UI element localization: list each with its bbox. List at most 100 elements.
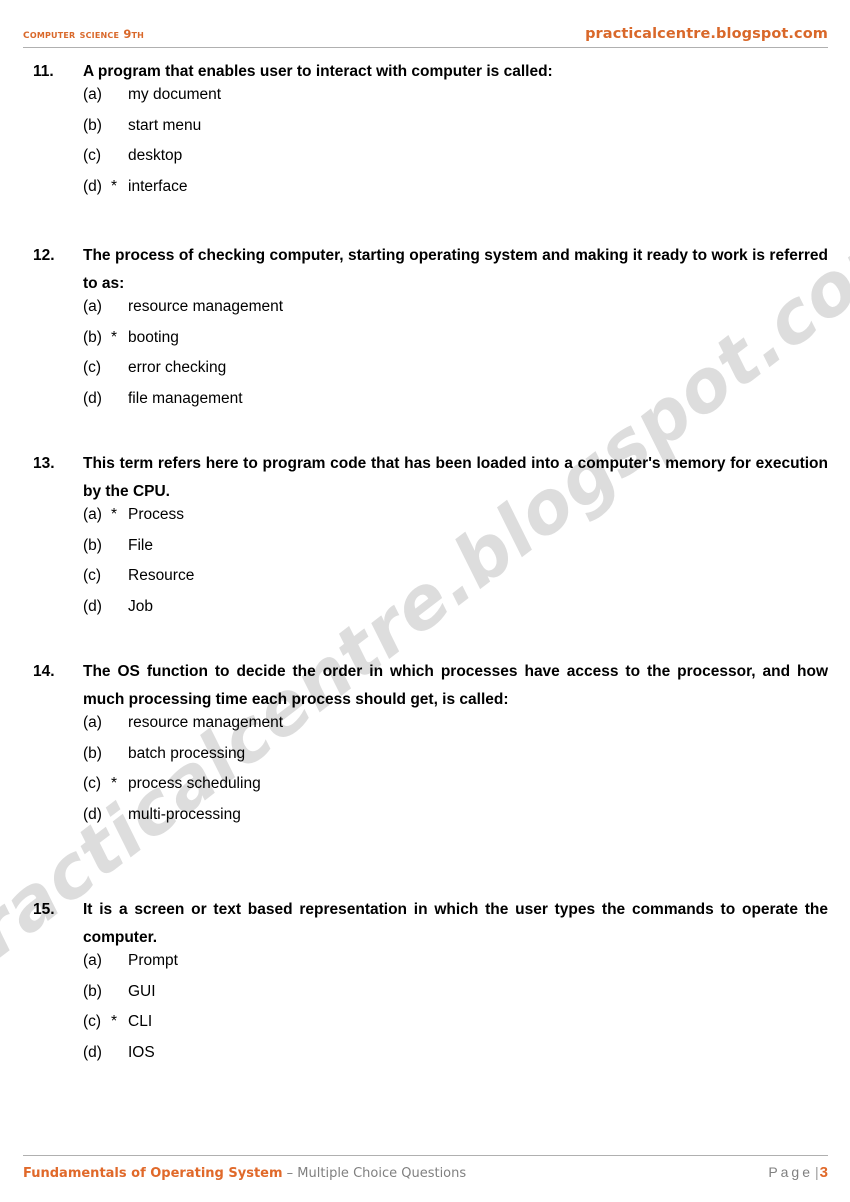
question-text: The OS function to decide the order in w… — [83, 663, 828, 708]
option-row[interactable]: (c) * process scheduling — [83, 775, 828, 806]
option-label: (c) — [83, 1013, 102, 1030]
option-row[interactable]: (b) start menu — [83, 117, 828, 148]
option-row[interactable]: (c) * CLI — [83, 1013, 828, 1044]
option-text: error checking — [128, 359, 227, 376]
option-label: (d) — [83, 389, 102, 407]
option-row[interactable]: (b) batch processing — [83, 745, 828, 776]
correct-answer-marker: * — [111, 328, 118, 346]
question-number: 15. — [33, 901, 55, 918]
option-text: IOS — [128, 1043, 155, 1061]
option-label: (b) — [83, 536, 102, 554]
option-text: resource management — [128, 714, 284, 731]
option-row[interactable]: (b) GUI — [83, 983, 828, 1014]
question-header-row: 11. A program that enables user to intera… — [33, 58, 828, 86]
option-label: (b) — [83, 328, 102, 346]
option-label: (a) — [83, 714, 102, 731]
option-label: (a) — [83, 298, 102, 315]
option-label: (d) — [83, 805, 102, 823]
correct-answer-marker: * — [111, 775, 118, 792]
option-list: (a) * Process (b) File (c) Resource (d) Job — [33, 506, 828, 628]
footer-dash: – — [282, 1166, 298, 1181]
option-row[interactable]: (a) Prompt — [83, 952, 828, 983]
option-text: batch processing — [128, 744, 246, 762]
option-label: (c) — [83, 147, 102, 164]
question-text: This term refers here to program code th… — [83, 455, 828, 500]
questions-list: 11. A program that enables user to intera… — [0, 58, 850, 1074]
option-row[interactable]: (a) my document — [83, 86, 828, 117]
question-number: 11. — [33, 63, 54, 80]
question-text: It is a screen or text based representat… — [83, 901, 828, 946]
question-number: 14. — [33, 663, 55, 680]
page-footer: Fundamentals of Operating System – Multi… — [23, 1155, 828, 1181]
option-row[interactable]: (c) error checking — [83, 359, 828, 390]
option-label: (c) — [83, 775, 102, 792]
option-row[interactable]: (b) File — [83, 537, 828, 568]
option-label: (b) — [83, 116, 102, 134]
option-label: (a) — [83, 86, 102, 103]
option-row[interactable]: (d) file management — [83, 390, 828, 421]
option-label: (d) — [83, 597, 102, 615]
option-label: (a) — [83, 506, 102, 523]
option-text: multi-processing — [128, 805, 241, 823]
option-label: (d) — [83, 177, 102, 195]
header-subject-title: Computer Science 9th — [23, 26, 145, 42]
option-text: desktop — [128, 147, 183, 164]
option-list: (a) my document (b) start menu (c) desktop (d)… — [33, 86, 828, 208]
option-list: (a) Prompt (b) GUI (c) * CLI (d) IOS — [33, 952, 828, 1074]
footer-chapter-title: Fundamentals of Operating System — [23, 1166, 283, 1181]
option-row[interactable]: (d) * interface — [83, 178, 828, 209]
option-row[interactable]: (a) resource management — [83, 298, 828, 329]
option-row[interactable]: (b) * booting — [83, 329, 828, 360]
option-text: Job — [128, 597, 153, 615]
question-block: 15. It is a screen or text based represen… — [0, 896, 850, 1074]
page-label: Page — [768, 1164, 814, 1180]
page-indicator: Page |3 — [768, 1164, 828, 1181]
option-text: File — [128, 536, 153, 554]
option-row[interactable]: (d) Job — [83, 598, 828, 629]
option-row[interactable]: (d) IOS — [83, 1044, 828, 1075]
question-header-row: 13. This term refers here to program code… — [33, 450, 828, 506]
question-number: 13. — [33, 455, 55, 472]
option-label: (b) — [83, 744, 102, 762]
option-text: interface — [128, 177, 188, 195]
option-text: resource management — [128, 298, 284, 315]
question-header-row: 14. The OS function to decide the order i… — [33, 658, 828, 714]
option-label: (d) — [83, 1043, 102, 1061]
option-row[interactable]: (a) resource management — [83, 714, 828, 745]
option-text: my document — [128, 86, 222, 103]
page-number: 3 — [819, 1164, 828, 1181]
option-row[interactable]: (c) desktop — [83, 147, 828, 178]
page-header: Computer Science 9th practicalcentre.blo… — [23, 26, 828, 48]
correct-answer-marker: * — [111, 1013, 118, 1030]
option-text: start menu — [128, 116, 202, 134]
question-header-row: 12. The process of checking computer, sta… — [33, 242, 828, 298]
question-header-row: 15. It is a screen or text based represen… — [33, 896, 828, 952]
option-text: CLI — [128, 1013, 153, 1030]
document-page: practicalcentre.blogspot.com Computer Sc… — [0, 0, 850, 1202]
page-separator: | — [815, 1164, 819, 1180]
option-text: Process — [128, 506, 184, 523]
option-list: (a) resource management (b) batch processin… — [33, 714, 828, 836]
footer-caption: Fundamentals of Operating System – Multi… — [23, 1166, 466, 1181]
option-row[interactable]: (d) multi-processing — [83, 806, 828, 837]
option-text: GUI — [128, 982, 156, 1000]
option-label: (c) — [83, 359, 102, 376]
option-label: (c) — [83, 567, 102, 584]
option-list: (a) resource management (b) * booting (c) erro… — [33, 298, 828, 420]
option-text: Prompt — [128, 952, 178, 969]
question-block: 11. A program that enables user to intera… — [0, 58, 850, 208]
header-website-url: practicalcentre.blogspot.com — [585, 26, 828, 42]
option-label: (b) — [83, 982, 102, 1000]
footer-subtitle: Multiple Choice Questions — [297, 1166, 467, 1181]
option-row[interactable]: (a) * Process — [83, 506, 828, 537]
question-number: 12. — [33, 247, 55, 264]
question-block: 12. The process of checking computer, sta… — [0, 242, 850, 420]
correct-answer-marker: * — [111, 177, 118, 195]
question-block: 13. This term refers here to program code… — [0, 450, 850, 628]
question-block: 14. The OS function to decide the order i… — [0, 658, 850, 836]
option-label: (a) — [83, 952, 102, 969]
option-text: Resource — [128, 567, 195, 584]
option-row[interactable]: (c) Resource — [83, 567, 828, 598]
question-text: A program that enables user to interact … — [83, 63, 553, 80]
correct-answer-marker: * — [111, 506, 118, 523]
